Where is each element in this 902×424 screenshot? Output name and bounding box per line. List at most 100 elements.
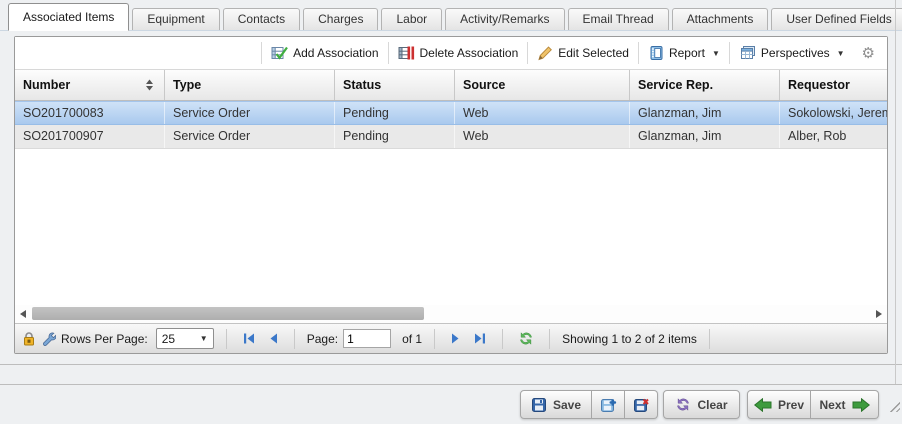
edit-selected-button[interactable]: Edit Selected [530,41,636,65]
column-header-number[interactable]: Number [15,70,165,100]
add-association-label: Add Association [293,46,378,60]
rows-per-page-value: 25 [162,332,175,346]
divider [709,329,710,349]
cell-number: SO201700907 [15,125,165,148]
chevron-down-icon: ▼ [200,334,208,343]
wrench-icon[interactable] [41,331,56,346]
divider [294,329,295,349]
gear-icon[interactable]: ⚙ [862,44,875,62]
tab-contacts[interactable]: Contacts [223,8,300,31]
scrollbar-thumb[interactable] [32,307,424,320]
cell-number: SO201700083 [15,102,165,124]
last-page-button[interactable] [470,332,490,345]
cell-type: Service Order [165,102,335,124]
cell-service-rep: Glanzman, Jim [630,102,780,124]
tab-activity-remarks[interactable]: Activity/Remarks [445,8,564,31]
tab-charges[interactable]: Charges [303,8,378,31]
divider [261,42,262,64]
column-header-status[interactable]: Status [335,70,455,100]
next-page-icon [450,332,462,345]
pager-bar: Rows Per Page: 25 ▼ Page: of 1 [15,323,887,353]
edit-selected-label: Edit Selected [558,46,629,60]
cell-source: Web [455,125,630,148]
pencil-icon [537,45,553,61]
chevron-down-icon: ▼ [837,49,845,58]
perspectives-button[interactable]: Perspectives ▼ [732,41,852,65]
table-row[interactable]: SO201700907 Service Order Pending Web Gl… [15,125,887,149]
cell-source: Web [455,102,630,124]
scroll-right-icon[interactable] [876,310,882,318]
table-row-selected[interactable]: SO201700083 Service Order Pending Web Gl… [15,101,887,125]
tab-label: Email Thread [583,12,654,26]
next-page-button[interactable] [447,332,465,345]
save-button[interactable]: Save [520,390,592,419]
scroll-left-icon[interactable] [20,310,26,318]
tab-label: Equipment [147,12,204,26]
first-page-icon [242,332,256,345]
prev-button[interactable]: Prev [747,390,811,419]
delete-association-icon [398,45,415,61]
tab-equipment[interactable]: Equipment [132,8,219,31]
column-header-service-rep[interactable]: Service Rep. [630,70,780,100]
tab-label: Activity/Remarks [460,12,549,26]
delete-association-button[interactable]: Delete Association [391,41,526,65]
tab-associated-items[interactable]: Associated Items [8,3,129,31]
tab-label: Attachments [687,12,754,26]
tab-attachments[interactable]: Attachments [672,8,769,31]
tab-label: Labor [396,12,427,26]
save-label: Save [553,398,581,412]
prev-page-button[interactable] [264,332,282,345]
cell-service-rep: Glanzman, Jim [630,125,780,148]
divider [729,42,730,64]
save-plus-icon [600,396,617,413]
cell-status: Pending [335,102,455,124]
associated-items-panel: Add Association Delete Association Edit … [14,36,888,354]
next-label: Next [819,398,845,412]
nav-button-group: Prev Next [747,390,879,419]
column-header-requestor[interactable]: Requestor [780,70,887,100]
save-x-icon [633,396,650,413]
tab-email-thread[interactable]: Email Thread [568,8,669,31]
refresh-button[interactable] [515,331,537,346]
add-association-button[interactable]: Add Association [264,41,385,65]
tab-label: Charges [318,12,363,26]
tab-bar: Associated Items Equipment Contacts Char… [0,0,902,31]
window-edge [895,0,896,384]
tab-labor[interactable]: Labor [381,8,442,31]
column-label: Requestor [788,70,850,100]
column-header-type[interactable]: Type [165,70,335,100]
first-page-button[interactable] [239,332,259,345]
rows-per-page-select[interactable]: 25 ▼ [156,328,214,349]
horizontal-scrollbar[interactable] [15,305,887,323]
tab-label: Associated Items [23,10,114,24]
chevron-down-icon: ▼ [712,49,720,58]
column-header-source[interactable]: Source [455,70,630,100]
report-icon [648,45,664,61]
delete-association-label: Delete Association [420,46,519,60]
next-button[interactable]: Next [811,390,879,419]
sort-icon[interactable] [145,79,154,91]
divider [502,329,503,349]
add-association-icon [271,45,288,61]
divider [0,364,902,365]
save-button-group: Save [520,390,658,419]
cell-requestor: Sokolowski, Jeremy [780,102,887,124]
page-number-input[interactable] [343,329,391,348]
report-button[interactable]: Report ▼ [641,41,727,65]
clear-button[interactable]: Clear [663,390,740,419]
save-and-new-button[interactable] [592,390,625,419]
prev-page-icon [267,332,279,345]
rows-per-page-label: Rows Per Page: [61,332,148,346]
grid-toolbar: Add Association Delete Association Edit … [15,37,887,69]
clear-icon [675,397,691,412]
save-and-close-button[interactable] [625,390,658,419]
grid-header: Number Type Status Source Service Rep. R… [15,69,887,101]
tab-user-defined-fields[interactable]: User Defined Fields [771,8,902,31]
column-label: Type [173,70,201,100]
perspectives-label: Perspectives [761,46,830,60]
divider [434,329,435,349]
divider [388,42,389,64]
next-arrow-icon [852,398,870,412]
lock-icon[interactable] [22,331,36,346]
resize-handle-icon[interactable] [886,398,900,412]
